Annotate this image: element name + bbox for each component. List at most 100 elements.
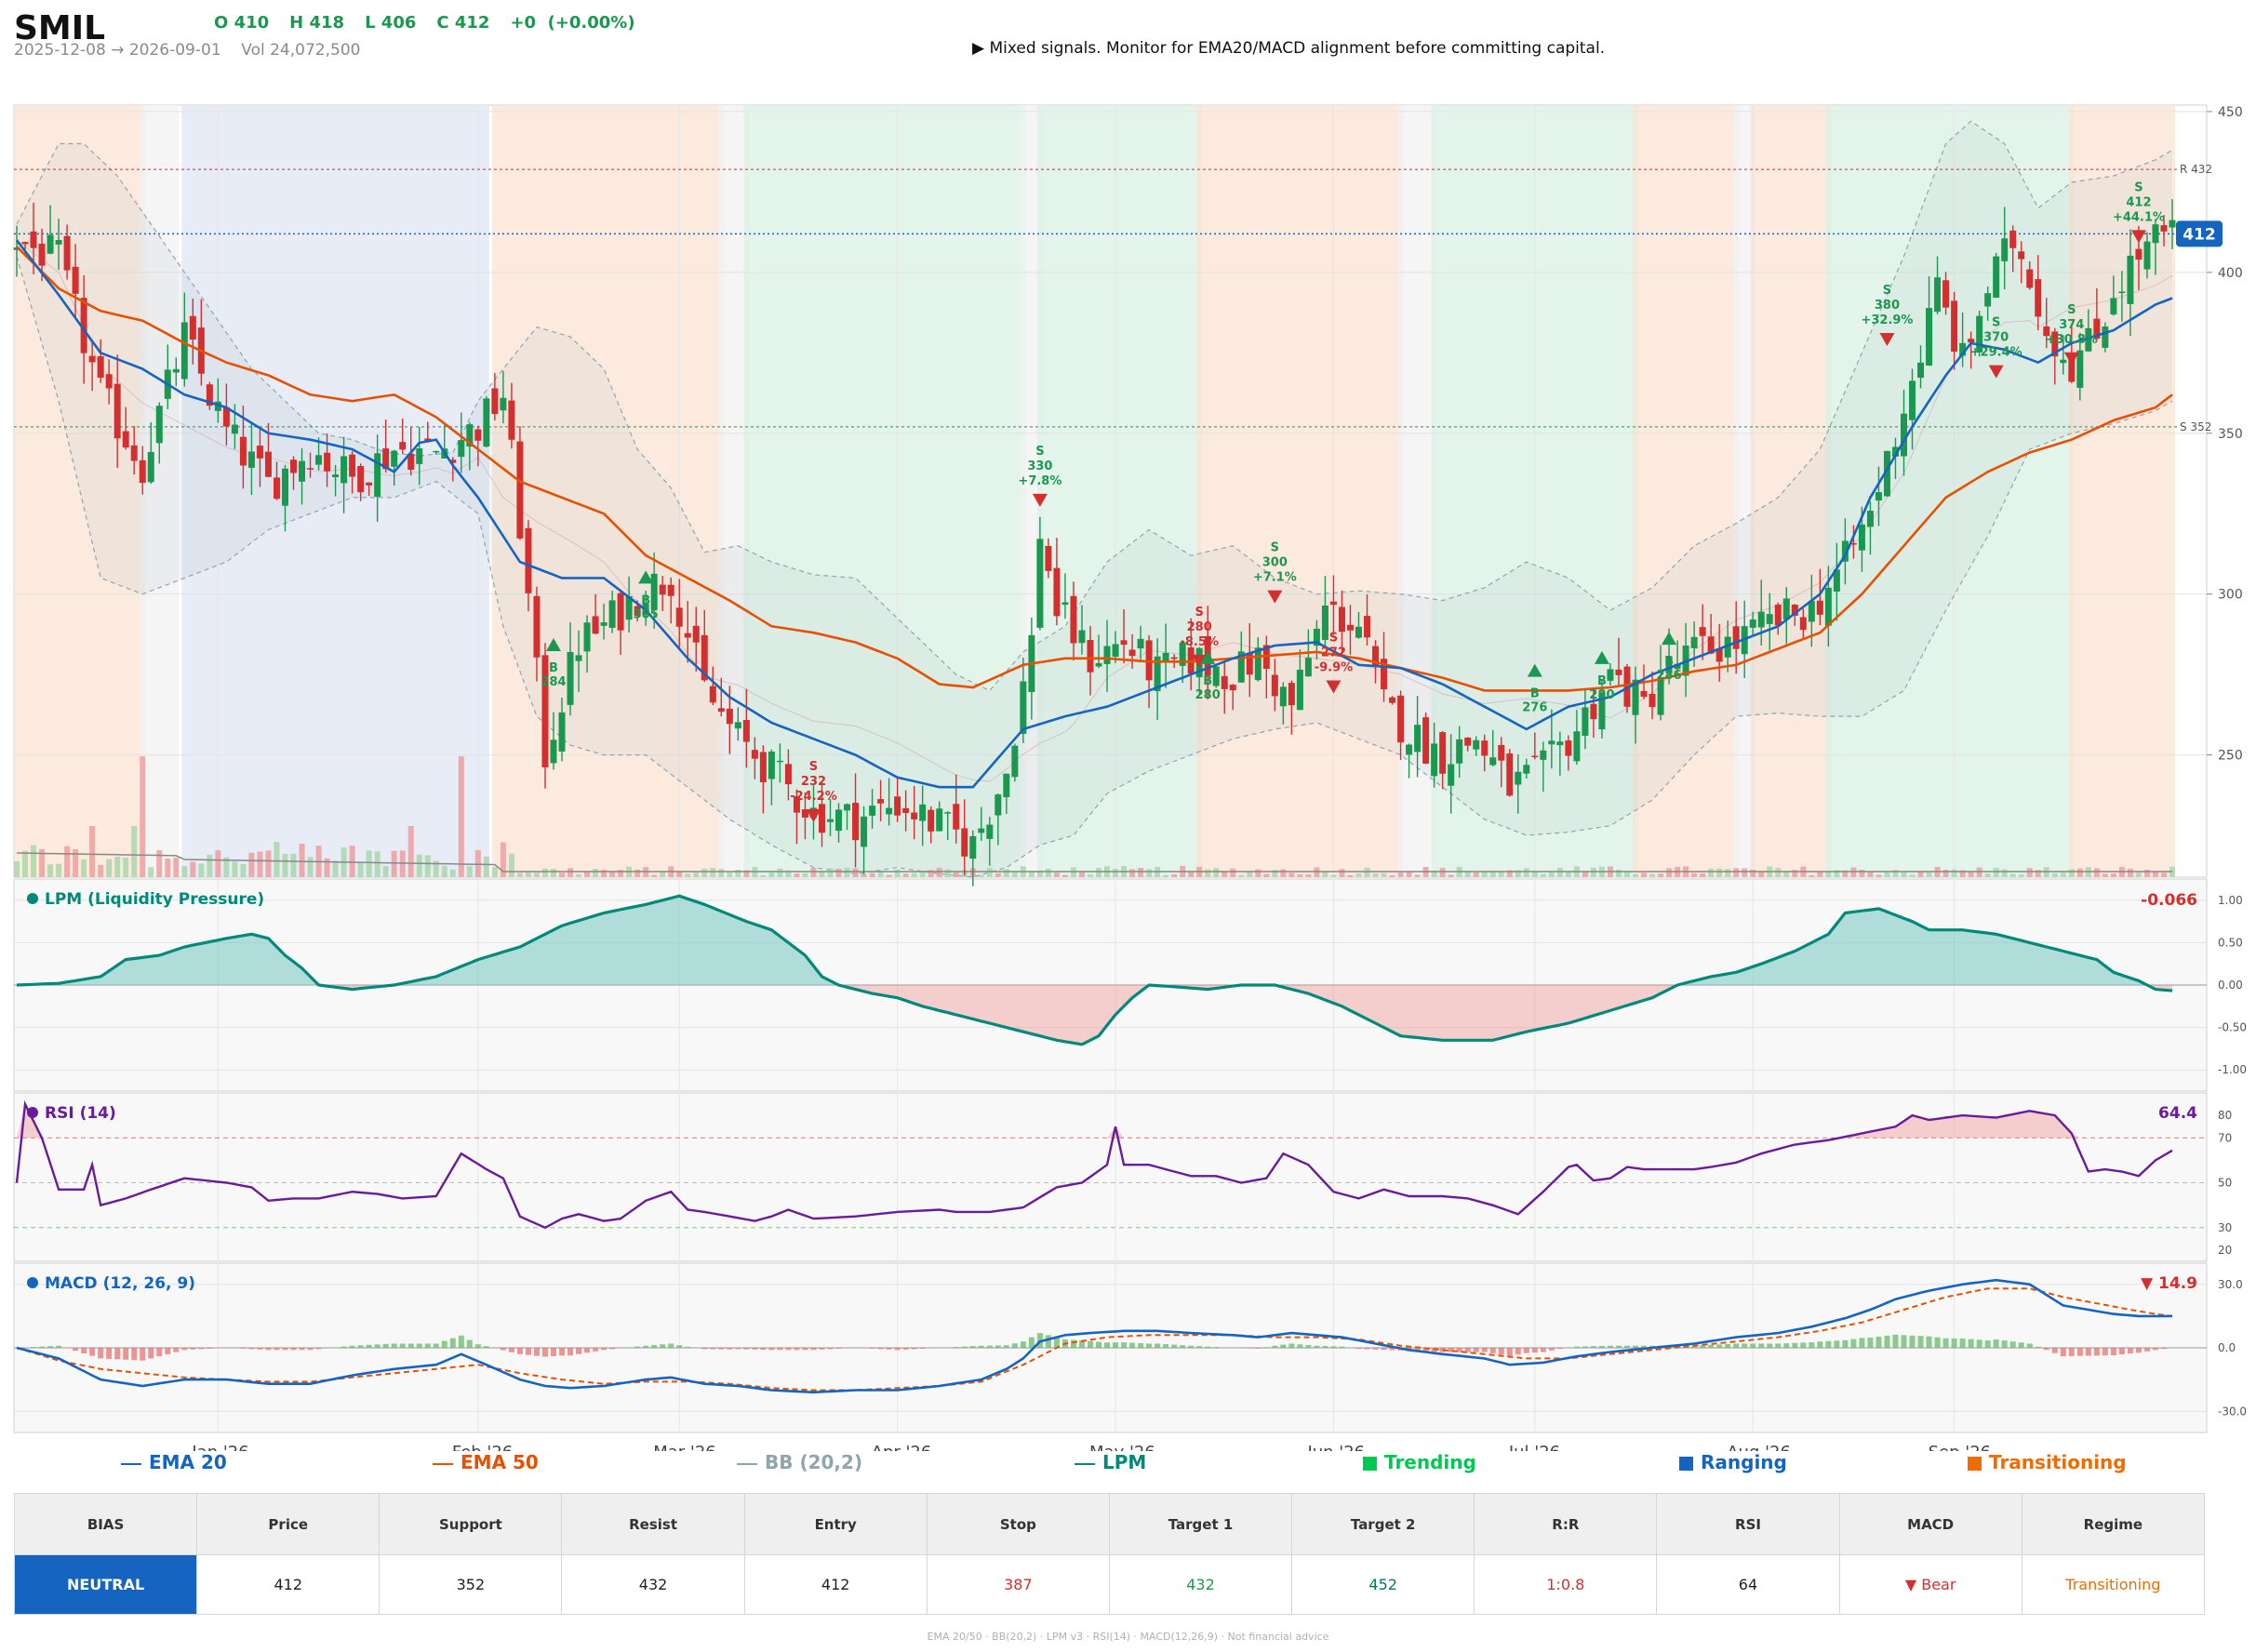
macd-histogram-bar [1028, 1337, 1035, 1348]
macd-histogram-bar [374, 1344, 380, 1348]
volume-bar [1078, 872, 1085, 877]
macd-histogram-bar [1934, 1337, 1941, 1348]
macd-title: MACD (12, 26, 9) [45, 1274, 195, 1293]
macd-histogram-bar [81, 1348, 87, 1353]
sell-signal-label: S [1271, 541, 1279, 555]
macd-histogram-bar [98, 1348, 104, 1359]
macd-histogram-bar [2135, 1348, 2142, 1353]
candle-body [516, 441, 524, 539]
sell-signal-label: S [1035, 445, 1044, 459]
macd-histogram-bar [1113, 1342, 1119, 1348]
macd-histogram-bar [1104, 1342, 1111, 1348]
volume-bar [911, 873, 917, 877]
volume-bar [2001, 869, 2008, 877]
sell-signal-label: -24.2% [790, 790, 837, 804]
macd-histogram-bar [1540, 1348, 1546, 1352]
candle-body [324, 452, 331, 472]
candle-body [751, 750, 758, 759]
candle-body [1464, 737, 1472, 746]
sell-signal-label: +7.1% [1253, 571, 1297, 585]
volume-bar [768, 873, 775, 877]
macd-histogram-bar [257, 1348, 263, 1350]
volume-bar [1061, 874, 1068, 877]
macd-histogram-bar [1623, 1345, 1630, 1348]
volume-bar [1775, 868, 1782, 877]
volume-bar [1129, 869, 1136, 877]
candle-body [1858, 524, 1865, 551]
volume-bar [1565, 871, 1571, 877]
buy-signal-label: 305 [634, 607, 659, 621]
candle-body [273, 477, 280, 500]
macd-histogram-bar [1951, 1338, 1957, 1348]
legend-ranging[interactable]: Ranging [1679, 1451, 1787, 1473]
volume-bar [1742, 868, 1748, 877]
candle-body [1968, 339, 1975, 343]
macd-histogram-bar [1590, 1346, 1596, 1348]
volume-bar [1641, 873, 1648, 877]
macd-histogram-bar [1155, 1343, 1161, 1348]
candle-body [550, 739, 557, 764]
macd-histogram-bar [315, 1348, 322, 1350]
volume-bar [2093, 868, 2100, 877]
volume-bar [727, 872, 733, 877]
legend-lpm[interactable]: LPM [1075, 1451, 1146, 1473]
macd-histogram-bar [483, 1346, 489, 1348]
sell-signal-label: S [1329, 632, 1338, 646]
macd-histogram-bar [1716, 1344, 1723, 1348]
macd-histogram-bar [215, 1348, 221, 1349]
macd-histogram-bar [1775, 1343, 1782, 1348]
candle-body [1607, 669, 1614, 681]
rsi-title: RSI (14) [45, 1104, 116, 1123]
summary-header-cell: Entry [743, 1493, 928, 1555]
macd-histogram-bar [1809, 1342, 1815, 1348]
volume-bar [1817, 872, 1823, 877]
candle-body [726, 708, 733, 725]
macd-histogram-bar [995, 1345, 1001, 1348]
volume-bar [416, 854, 422, 877]
legend-bb[interactable]: BB (20,2) [737, 1451, 862, 1473]
candle-body [936, 808, 943, 832]
volume-bar [1876, 874, 1882, 877]
volume-bar [265, 850, 272, 877]
volume-bar [1582, 872, 1588, 877]
candle-body [776, 760, 783, 763]
candle-body [1799, 617, 1807, 631]
volume-bar [1138, 868, 1144, 877]
macd-histogram-bar [1330, 1346, 1337, 1348]
volume-bar [47, 864, 54, 877]
legend-square-icon [1679, 1457, 1693, 1471]
summary-value-cell: 352 [379, 1554, 563, 1615]
macd-last-value: ▼ 14.9 [2141, 1274, 2197, 1293]
macd-histogram-bar [1615, 1345, 1622, 1348]
legend-trending[interactable]: Trending [1363, 1451, 1476, 1473]
volume-bar [827, 868, 834, 877]
candle-body [1640, 690, 1648, 698]
macd-histogram-bar [1758, 1343, 1765, 1348]
legend-transitioning[interactable]: Transitioning [1968, 1451, 2127, 1473]
volume-bar [1649, 873, 1656, 877]
month-label: Jun '26 [1306, 1443, 1365, 1451]
macd-histogram-bar [1800, 1342, 1807, 1348]
legend-ema20[interactable]: EMA 20 [121, 1451, 227, 1473]
macd-histogram-bar [1968, 1339, 1974, 1348]
volume-bar [1011, 871, 1018, 877]
summary-header-cell: Target 2 [1291, 1493, 1475, 1555]
macd-histogram-bar [424, 1343, 431, 1348]
macd-histogram-bar [559, 1348, 566, 1356]
volume-bar [248, 852, 255, 877]
candle-body [709, 686, 716, 703]
buy-signal-label: B [641, 593, 650, 607]
macd-histogram-bar [248, 1348, 255, 1350]
candle-body [1431, 743, 1438, 777]
legend-ema50[interactable]: EMA 50 [433, 1451, 539, 1473]
candle-body [608, 600, 616, 628]
legend-label: LPM [1102, 1451, 1147, 1473]
volume-bar [902, 873, 909, 877]
candle-body [1766, 614, 1773, 624]
sell-signal-label: S [2134, 180, 2143, 194]
volume-bar [1364, 867, 1370, 877]
volume-bar [1330, 874, 1337, 877]
volume-bar [81, 859, 87, 877]
chart-canvas[interactable]: 250 300 350 400 450 Jan '26 Feb '26 Mar '26 Apr … [0, 0, 2256, 1451]
candle-body [650, 573, 658, 610]
